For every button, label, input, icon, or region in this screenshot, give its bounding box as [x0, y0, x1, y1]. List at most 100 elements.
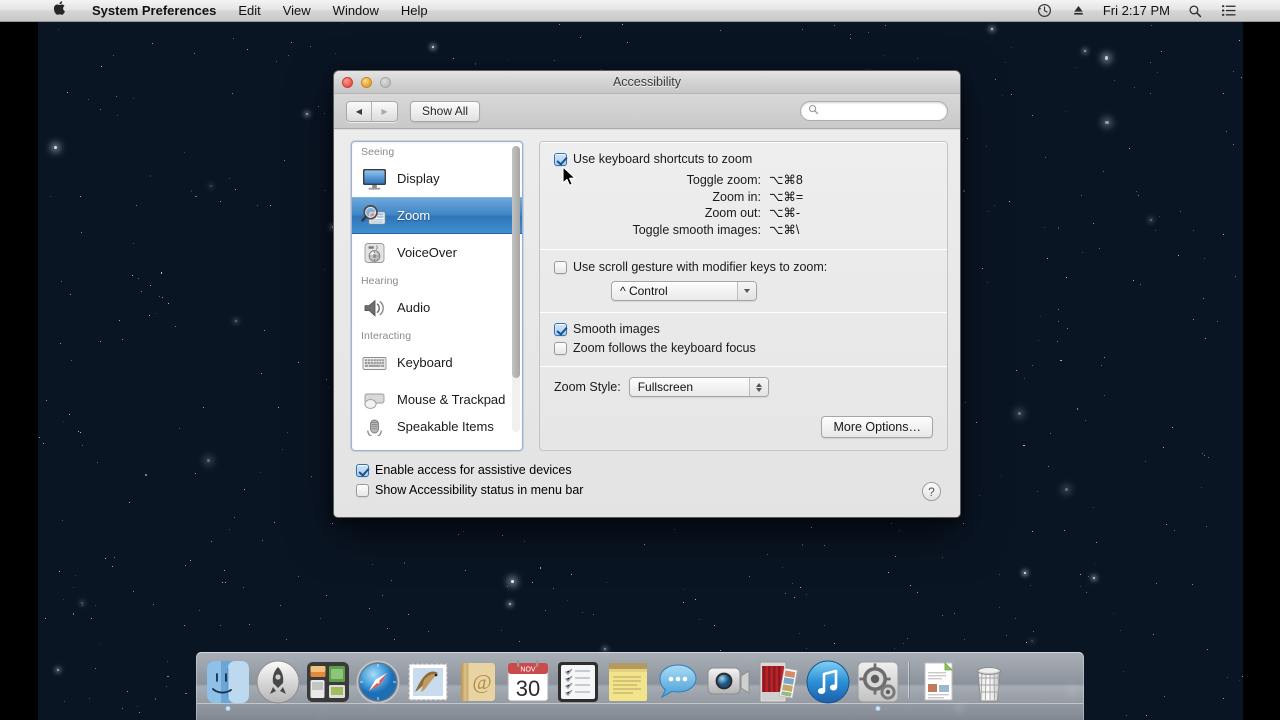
sidebar-item-label: Mouse & Trackpad: [397, 392, 506, 407]
back-button[interactable]: ◀: [347, 101, 372, 121]
calendar-day-label: 30: [516, 676, 540, 701]
shortcut-row-zoom-out: Zoom out: ⌥⌘-: [554, 205, 933, 222]
more-options-container: More Options…: [821, 416, 933, 438]
dock-item-documents-stack[interactable]: [915, 658, 963, 706]
sidebar-scrollbar[interactable]: [512, 146, 520, 432]
apple-menu-icon[interactable]: [0, 0, 81, 19]
modifier-key-popup[interactable]: ^ Control: [611, 281, 757, 301]
shortcut-keys: ⌥⌘8: [769, 173, 803, 187]
enable-assistive-devices-checkbox[interactable]: [356, 464, 369, 477]
sidebar-item-keyboard[interactable]: Keyboard: [352, 344, 522, 381]
dock-item-photo-booth[interactable]: [754, 658, 802, 706]
voiceover-icon: [361, 241, 388, 265]
mouse-cursor: [562, 166, 577, 193]
chevron-down-icon[interactable]: [737, 282, 756, 300]
sidebar-item-audio[interactable]: Audio: [352, 289, 522, 326]
enable-assistive-devices-label: Enable access for assistive devices: [375, 463, 572, 477]
system-preferences-window: Accessibility ◀ ▶ Show All Seeing Displa…: [333, 70, 961, 518]
menu-bar: System Preferences Edit View Window Help…: [0, 0, 1280, 22]
show-status-menubar-checkbox[interactable]: [356, 484, 369, 497]
search-field[interactable]: [800, 101, 948, 121]
zoom-style-row: Zoom Style: Fullscreen: [554, 377, 933, 397]
enable-assistive-devices-row[interactable]: Enable access for assistive devices: [356, 463, 583, 477]
dock-item-itunes[interactable]: [804, 658, 852, 706]
dock-item-safari[interactable]: [354, 658, 402, 706]
dock-item-calendar[interactable]: NOV 30: [504, 658, 552, 706]
shortcut-keys: ⌥⌘\: [769, 222, 800, 237]
zoom-follows-focus-row[interactable]: Zoom follows the keyboard focus: [554, 341, 933, 355]
dock-item-contacts[interactable]: @: [454, 658, 502, 706]
dock-item-messages[interactable]: [654, 658, 702, 706]
dock-item-launchpad[interactable]: [254, 658, 302, 706]
menu-item-window[interactable]: Window: [322, 0, 390, 22]
use-keyboard-shortcuts-row[interactable]: Use keyboard shortcuts to zoom: [554, 152, 933, 166]
sidebar-item-mouse-trackpad[interactable]: Mouse & Trackpad: [352, 381, 522, 418]
window-title-bar[interactable]: Accessibility: [334, 71, 960, 94]
menu-item-system-preferences[interactable]: System Preferences: [81, 0, 227, 22]
menu-bar-clock[interactable]: Fri 2:17 PM: [1095, 3, 1178, 18]
search-icon: [808, 102, 819, 120]
dock-item-trash[interactable]: [965, 658, 1013, 706]
sidebar-item-voiceover[interactable]: VoiceOver: [352, 234, 522, 271]
smooth-images-row[interactable]: Smooth images: [554, 322, 933, 336]
sidebar-scrollbar-thumb[interactable]: [512, 146, 520, 378]
traffic-lights: [342, 77, 391, 88]
window-toolbar: ◀ ▶ Show All: [334, 94, 960, 129]
shortcut-label: Toggle smooth images:: [632, 222, 761, 237]
dock-icon-list: @ NOV 30: [204, 658, 1076, 711]
shortcut-row-toggle-smooth-images: Toggle smooth images: ⌥⌘\: [554, 222, 933, 239]
scroll-gesture-checkbox[interactable]: [554, 261, 567, 274]
show-all-button[interactable]: Show All: [410, 100, 481, 122]
use-keyboard-shortcuts-checkbox[interactable]: [554, 153, 567, 166]
sidebar-item-label: Keyboard: [397, 355, 453, 370]
shortcut-label: Zoom out:: [704, 206, 761, 220]
more-options-button[interactable]: More Options…: [821, 416, 933, 438]
dock-item-facetime[interactable]: [704, 658, 752, 706]
dock-item-system-preferences[interactable]: [854, 658, 902, 711]
pane-divider-3: [540, 366, 947, 367]
updown-arrows-icon[interactable]: [748, 378, 768, 396]
svg-text:@: @: [472, 670, 491, 694]
sidebar-group-header-interacting: Interacting: [361, 330, 412, 342]
accessibility-category-list[interactable]: Seeing Display Zoom VoiceOver Hearing Au…: [351, 141, 523, 451]
zoom-follows-focus-checkbox[interactable]: [554, 342, 567, 355]
smooth-images-label: Smooth images: [573, 322, 660, 336]
search-input[interactable]: [824, 105, 932, 117]
sidebar-item-display[interactable]: Display: [352, 160, 522, 197]
eject-icon[interactable]: [1062, 4, 1095, 17]
pane-divider-1: [540, 249, 947, 250]
show-status-menubar-row[interactable]: Show Accessibility status in menu bar: [356, 483, 583, 497]
zoom-style-popup[interactable]: Fullscreen: [628, 377, 769, 397]
smooth-images-checkbox[interactable]: [554, 323, 567, 336]
navigation-segmented-control: ◀ ▶: [346, 100, 398, 122]
scroll-gesture-label: Use scroll gesture with modifier keys to…: [573, 260, 828, 274]
help-button[interactable]: ?: [922, 482, 941, 501]
zoom-settings-pane: Use keyboard shortcuts to zoom Toggle zo…: [539, 141, 948, 451]
speaker-icon: [361, 296, 388, 320]
dock-item-mission-control[interactable]: [304, 658, 352, 706]
shortcut-row-toggle-zoom: Toggle zoom: ⌥⌘8: [554, 172, 933, 189]
forward-button[interactable]: ▶: [372, 102, 397, 121]
modifier-key-value: ^ Control: [620, 284, 668, 298]
menu-item-help[interactable]: Help: [390, 0, 439, 22]
close-button[interactable]: [342, 77, 353, 88]
spotlight-search-icon[interactable]: [1178, 4, 1212, 18]
notification-center-icon[interactable]: [1212, 4, 1246, 17]
menu-item-edit[interactable]: Edit: [227, 0, 271, 22]
dock-item-mail[interactable]: [404, 658, 452, 706]
menu-item-view[interactable]: View: [272, 0, 322, 22]
zoom-button[interactable]: [380, 77, 391, 88]
time-machine-icon[interactable]: [1027, 3, 1062, 18]
calendar-month-label: NOV: [520, 667, 536, 674]
running-indicator: [875, 706, 881, 711]
minimize-button[interactable]: [361, 77, 372, 88]
dock-item-notes[interactable]: [604, 658, 652, 706]
show-status-menubar-label: Show Accessibility status in menu bar: [375, 483, 584, 497]
display-icon: [361, 167, 388, 191]
dock-item-finder[interactable]: [204, 658, 252, 711]
sidebar-item-zoom[interactable]: Zoom: [352, 197, 522, 234]
shortcut-keys: ⌥⌘=: [769, 189, 804, 204]
sidebar-item-speakable-items[interactable]: Speakable Items: [352, 418, 522, 436]
scroll-gesture-row[interactable]: Use scroll gesture with modifier keys to…: [554, 260, 933, 274]
dock-item-reminders[interactable]: [554, 658, 602, 706]
